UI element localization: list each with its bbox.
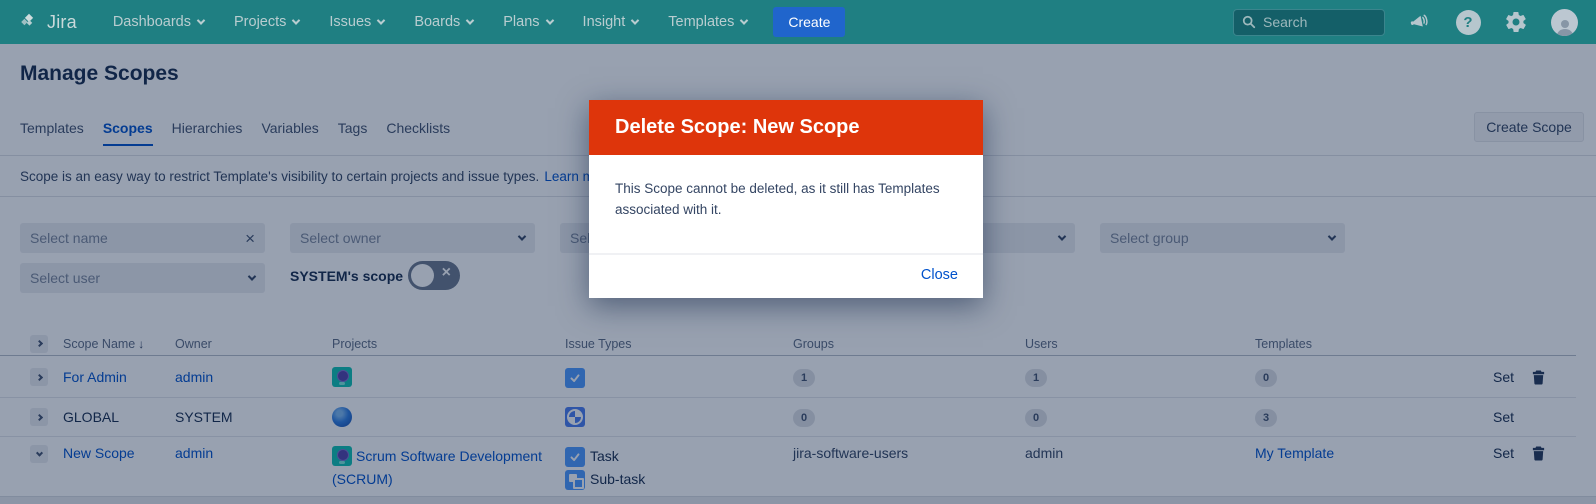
delete-scope-dialog: Delete Scope: New Scope This Scope canno… — [589, 100, 983, 298]
nav-item-templates[interactable]: Templates — [668, 14, 747, 30]
nav-item-dashboards[interactable]: Dashboards — [113, 14, 204, 30]
gear-icon[interactable] — [1503, 9, 1529, 35]
nav-item-projects[interactable]: Projects — [234, 14, 299, 30]
nav-right-cluster: ? — [1233, 9, 1578, 36]
nav-menu: Dashboards Projects Issues Boards Plans … — [113, 14, 748, 30]
close-button[interactable]: Close — [921, 267, 958, 283]
search-input[interactable] — [1263, 14, 1373, 30]
dialog-footer: Close — [589, 253, 983, 298]
megaphone-icon[interactable] — [1407, 9, 1433, 35]
jira-logo-icon — [18, 11, 40, 33]
search-icon — [1242, 15, 1256, 29]
dialog-title: Delete Scope: New Scope — [615, 116, 860, 139]
chevron-down-icon — [740, 16, 748, 24]
help-icon[interactable]: ? — [1455, 9, 1481, 35]
create-button[interactable]: Create — [773, 7, 845, 37]
nav-item-plans[interactable]: Plans — [503, 14, 552, 30]
chevron-down-icon — [197, 16, 205, 24]
avatar[interactable] — [1551, 9, 1578, 36]
chevron-down-icon — [631, 16, 639, 24]
dialog-header: Delete Scope: New Scope — [589, 100, 983, 155]
search-box[interactable] — [1233, 9, 1385, 36]
logo-text: Jira — [47, 12, 77, 33]
nav-item-issues[interactable]: Issues — [329, 14, 384, 30]
chevron-down-icon — [292, 16, 300, 24]
jira-logo[interactable]: Jira — [18, 11, 77, 33]
chevron-down-icon — [545, 16, 553, 24]
chevron-down-icon — [466, 16, 474, 24]
dialog-body: This Scope cannot be deleted, as it stil… — [589, 155, 983, 253]
nav-item-boards[interactable]: Boards — [414, 14, 473, 30]
nav-item-insight[interactable]: Insight — [583, 14, 639, 30]
top-navigation: Jira Dashboards Projects Issues Boards P… — [0, 0, 1596, 44]
chevron-down-icon — [377, 16, 385, 24]
